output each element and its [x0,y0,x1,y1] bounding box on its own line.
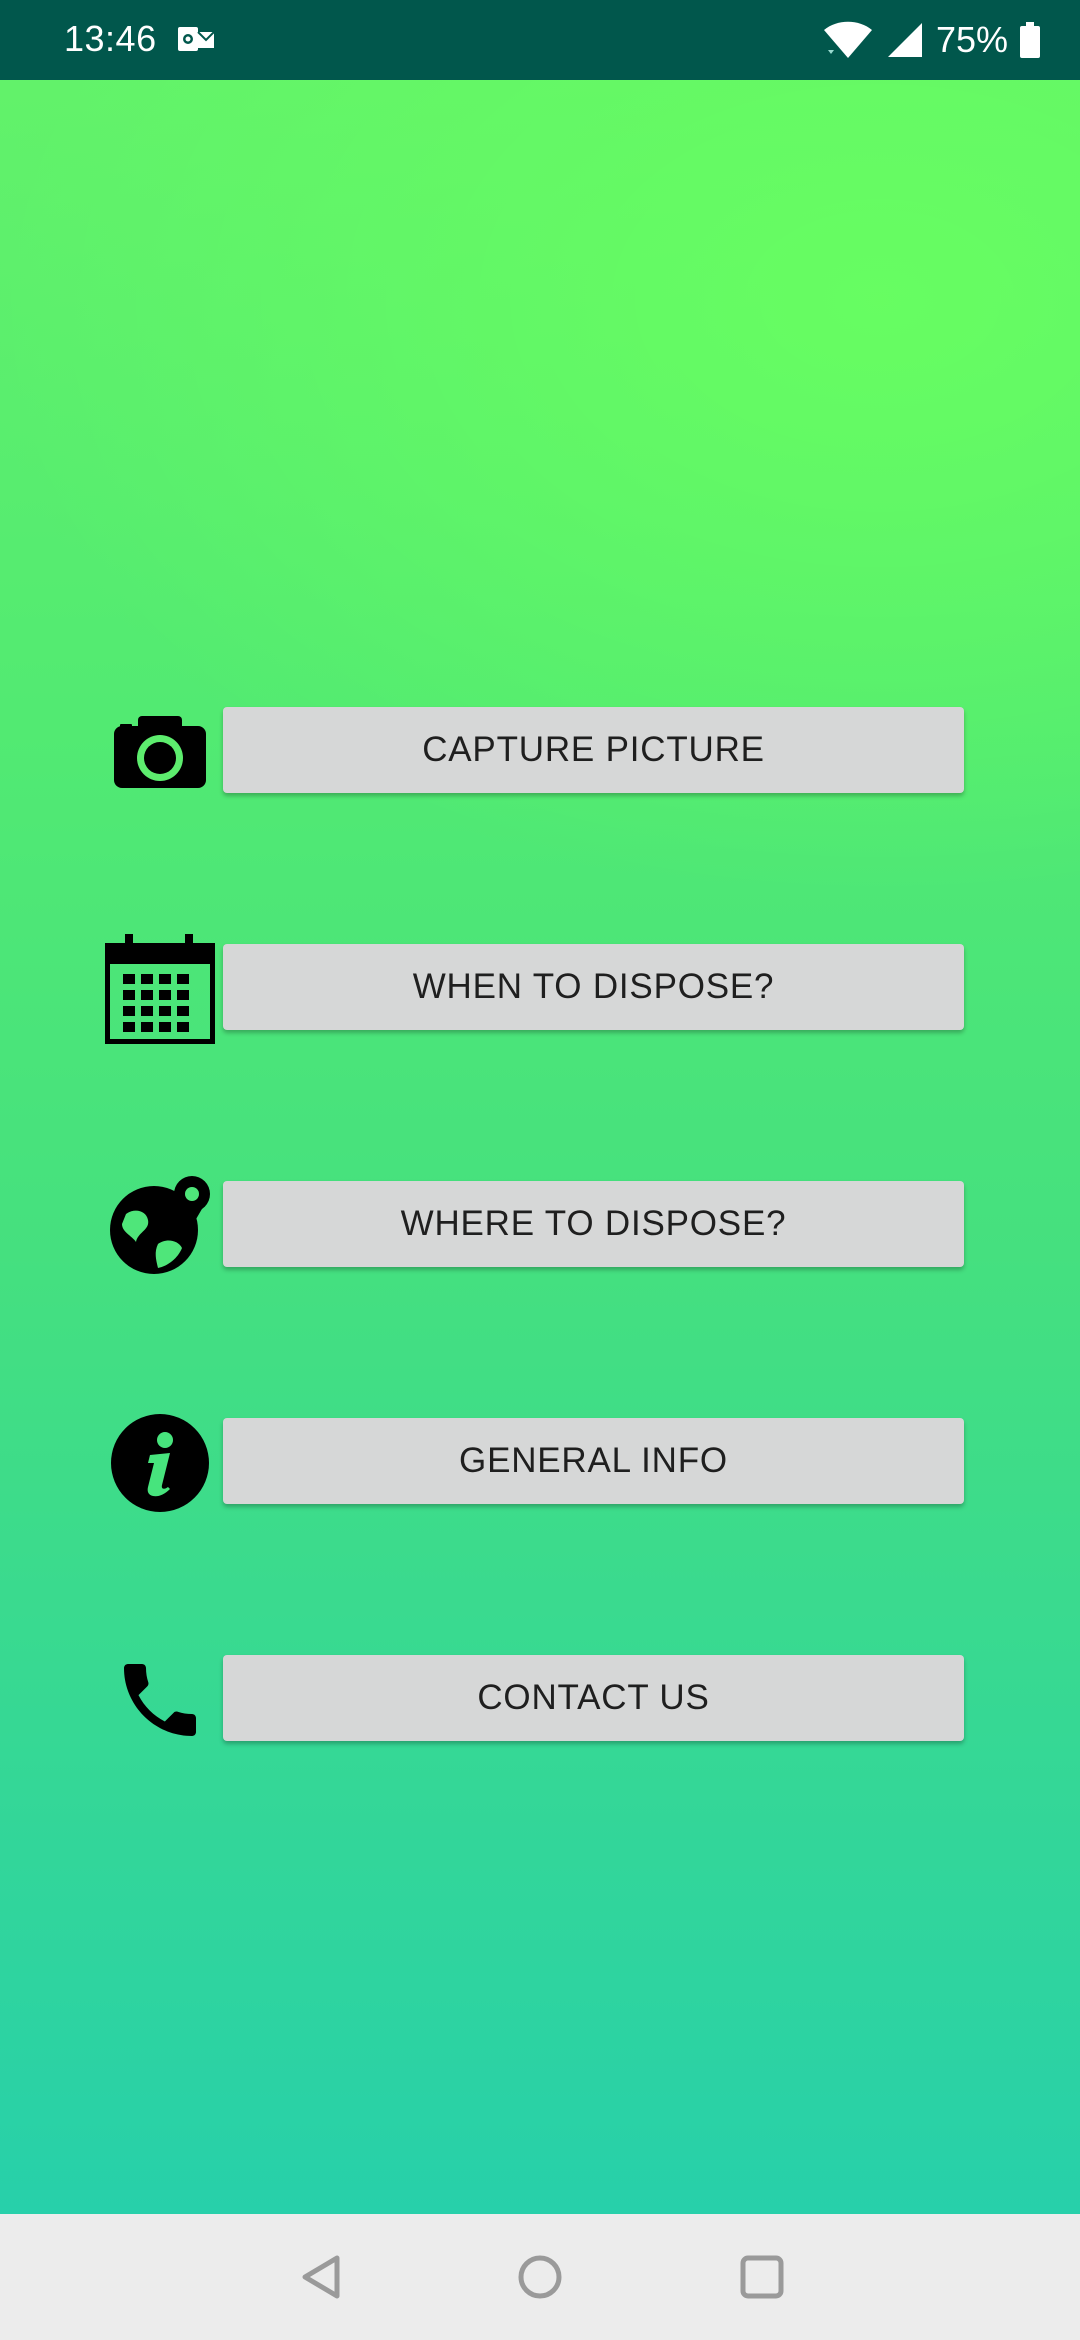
home-icon[interactable] [510,2247,570,2307]
menu-row-general-info: GENERAL INFO [0,1403,1080,1523]
where-to-dispose-button[interactable]: WHERE TO DISPOSE? [223,1181,964,1267]
status-time: 13:46 [64,18,157,59]
calendar-icon [104,929,216,1049]
outlook-notification-icon [178,27,214,51]
wifi-icon [823,21,872,58]
general-info-button[interactable]: GENERAL INFO [223,1418,964,1504]
battery-icon [1020,22,1040,58]
signal-icon [887,23,922,57]
info-icon [104,1403,216,1523]
capture-picture-button[interactable]: CAPTURE PICTURE [223,707,964,793]
menu-row-when-to-dispose: WHEN TO DISPOSE? [0,929,1080,1049]
globe-location-icon [104,1166,216,1286]
contact-us-button[interactable]: CONTACT US [223,1655,964,1741]
when-to-dispose-button[interactable]: WHEN TO DISPOSE? [223,944,964,1030]
navigation-bar [0,2214,1080,2340]
menu-row-capture-picture: CAPTURE PICTURE [0,692,1080,812]
camera-icon [104,692,216,812]
back-icon[interactable] [290,2247,350,2307]
recents-icon[interactable] [732,2247,792,2307]
phone-icon [104,1640,216,1760]
main-content: CAPTURE PICTURE WHEN TO DISPOSE? WHERE T… [0,80,1080,2214]
menu-row-contact-us: CONTACT US [0,1640,1080,1760]
status-right-group: 75% [822,18,1040,62]
status-bar: 13:46 75% [0,0,1080,80]
battery-percent: 75% [935,19,1008,60]
menu-row-where-to-dispose: WHERE TO DISPOSE? [0,1166,1080,1286]
